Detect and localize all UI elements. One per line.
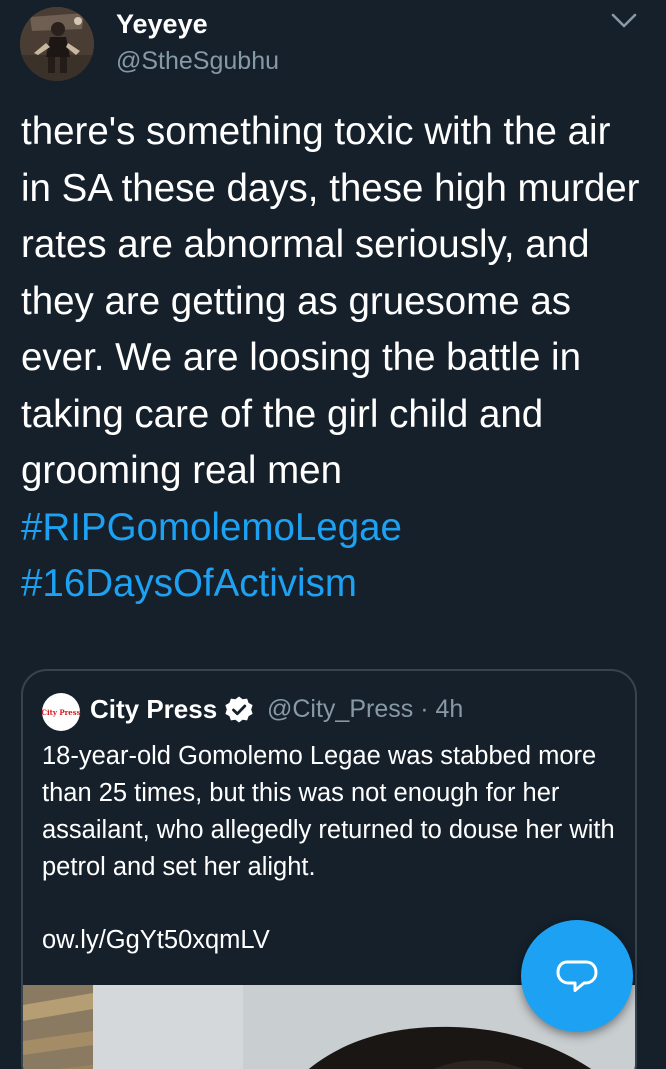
avatar[interactable] bbox=[20, 7, 94, 81]
quoted-meta: @City_Press · 4h bbox=[267, 693, 463, 725]
quoted-display-name[interactable]: City Press bbox=[90, 693, 217, 725]
tweet-detail-page: Yeyeye @StheSgubhu there's something tox… bbox=[0, 0, 666, 1069]
quoted-handle[interactable]: @City_Press bbox=[267, 695, 413, 723]
tweet-text: there's something toxic with the air in … bbox=[21, 104, 651, 613]
quoted-timestamp[interactable]: 4h bbox=[435, 695, 463, 723]
chevron-down-icon[interactable] bbox=[606, 8, 642, 34]
reply-fab-button[interactable] bbox=[521, 920, 633, 1032]
quoted-tweet-text: 18-year-old Gomolemo Legae was stabbed m… bbox=[42, 742, 615, 881]
display-name[interactable]: Yeyeye bbox=[116, 9, 208, 39]
user-handle[interactable]: @StheSgubhu bbox=[116, 46, 279, 76]
reply-bubble-icon bbox=[556, 960, 598, 992]
tweet-text-body: there's something toxic with the air in … bbox=[21, 110, 640, 492]
logo-text: City Press bbox=[41, 707, 81, 717]
quoted-tweet-link[interactable]: ow.ly/GgYt50xqmLV bbox=[42, 922, 270, 959]
hashtag-link[interactable]: #16DaysOfActivism bbox=[21, 562, 357, 605]
avatar-image bbox=[20, 7, 94, 81]
city-press-logo: City Press bbox=[41, 693, 81, 731]
meta-separator: · bbox=[420, 695, 429, 723]
verified-badge-icon bbox=[224, 695, 254, 725]
hashtag-link[interactable]: #RIPGomolemoLegae bbox=[21, 506, 402, 549]
